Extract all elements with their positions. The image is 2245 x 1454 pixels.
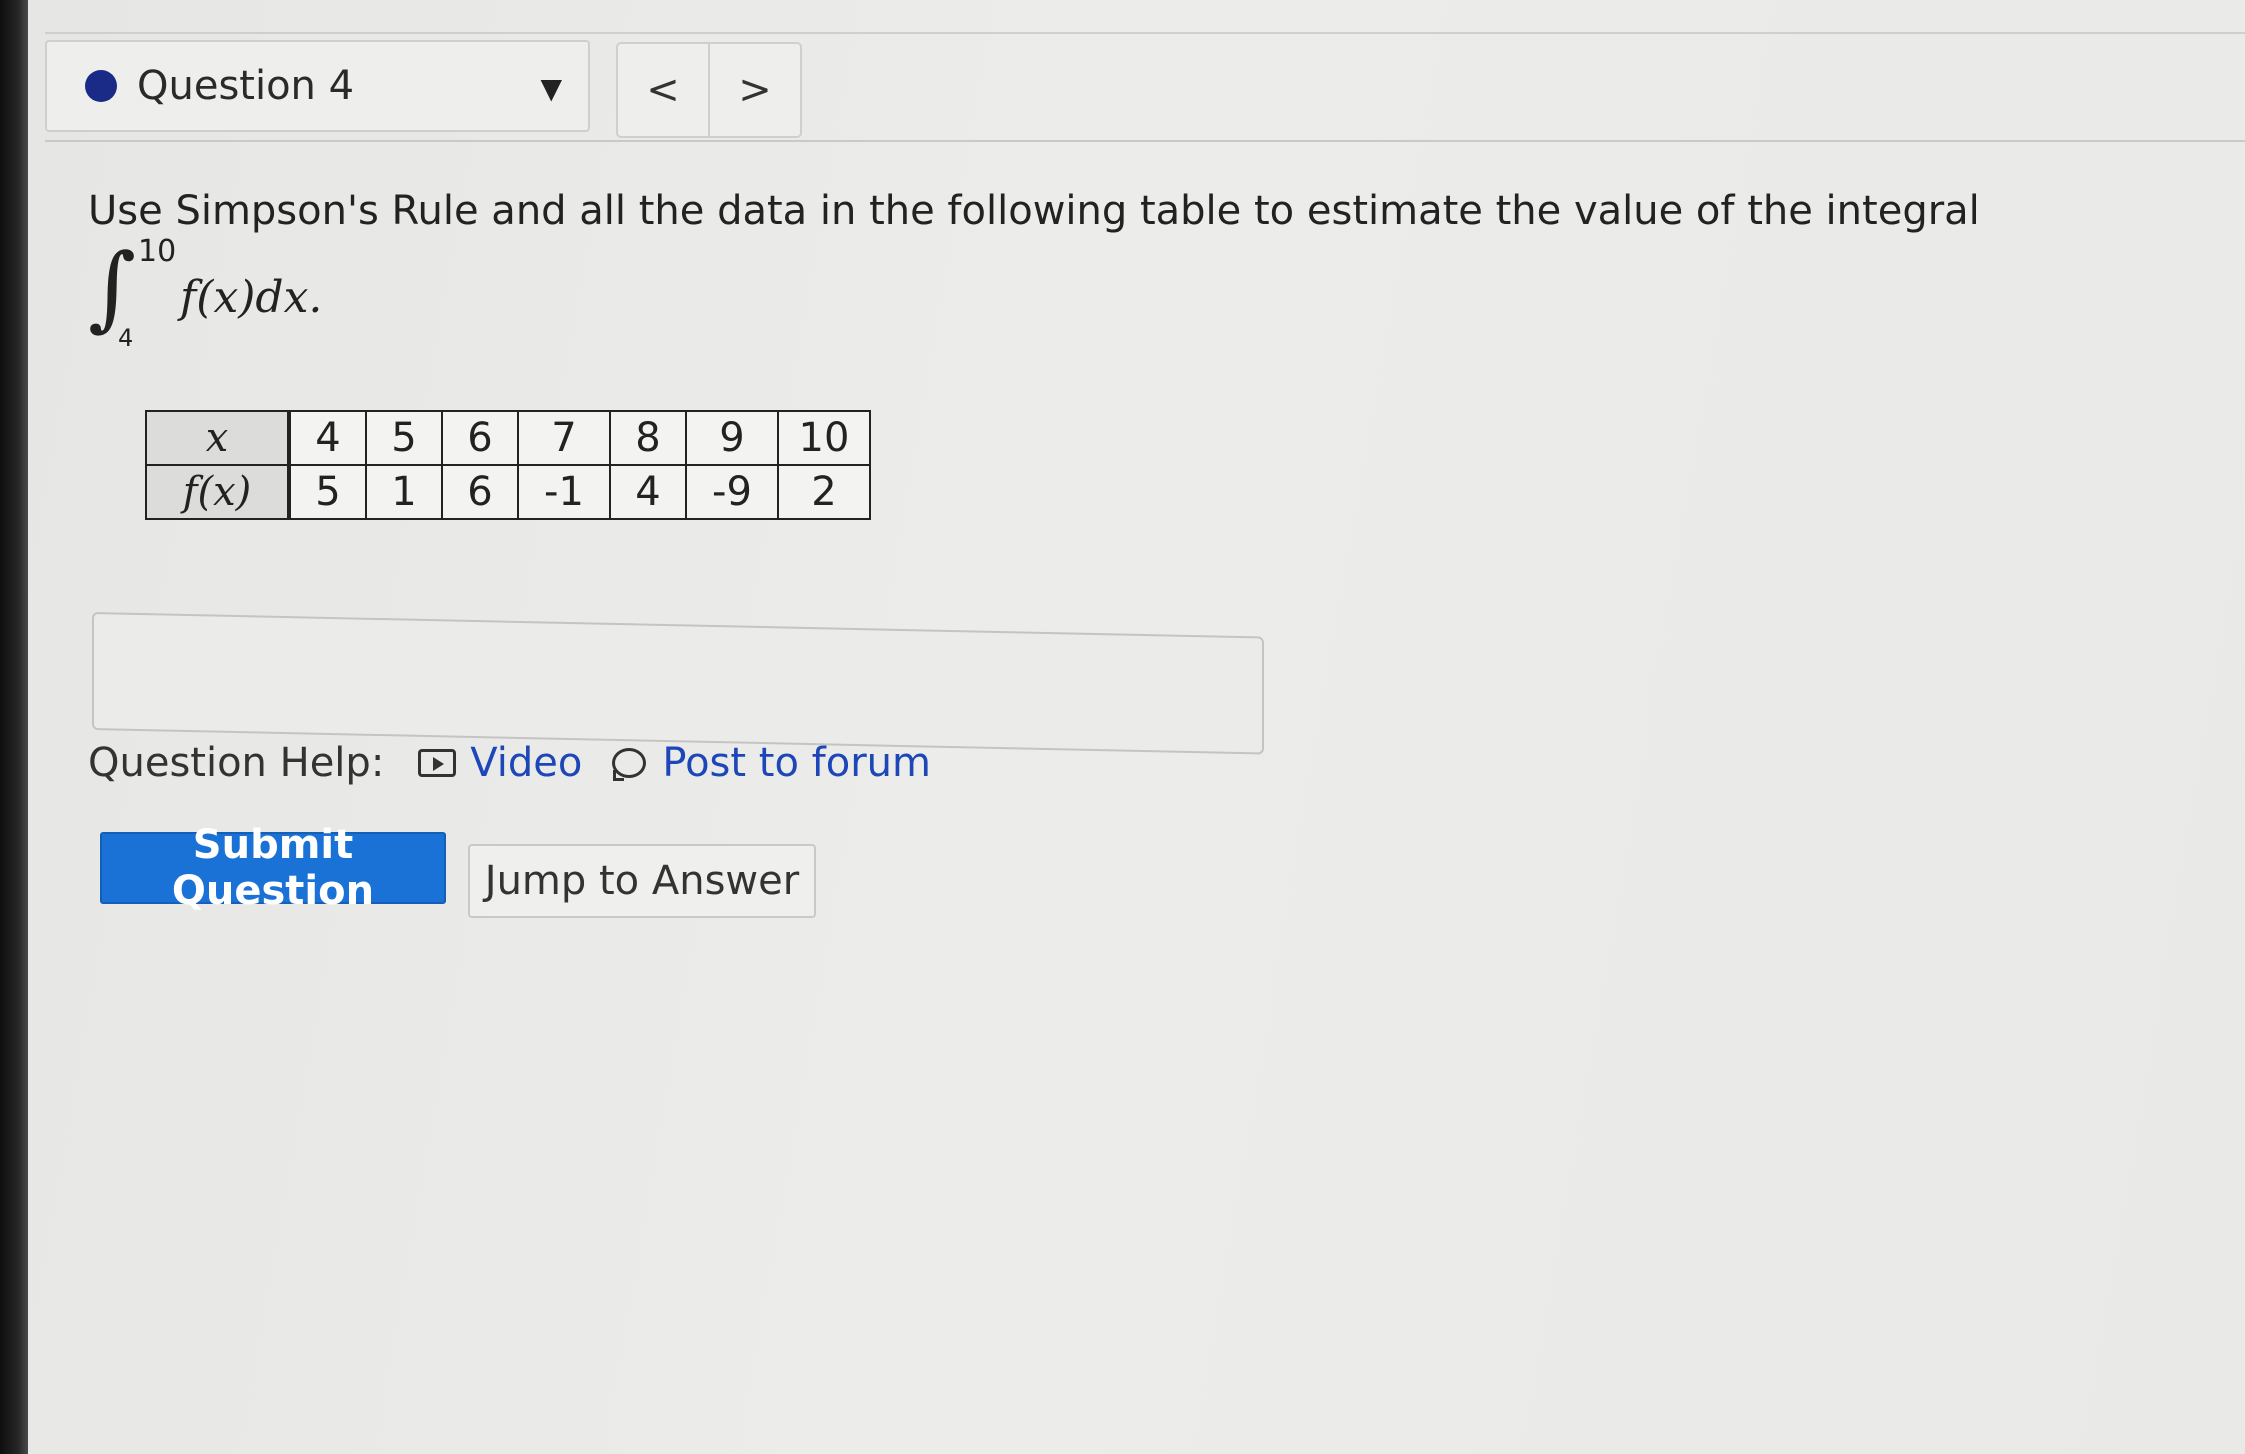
speech-bubble-icon: [612, 748, 647, 781]
integral-lower-limit: 4: [118, 324, 134, 352]
table-header-x: x: [145, 410, 291, 466]
integral-upper-limit: 10: [138, 234, 177, 269]
caret-down-icon: ▼: [540, 72, 562, 105]
question-help-label: Question Help:: [88, 740, 385, 786]
video-link-label: Video: [470, 740, 583, 786]
table-cell-x: 8: [609, 410, 687, 466]
question-nav: < >: [616, 42, 802, 138]
video-icon: [418, 749, 457, 777]
screen-bezel: [0, 0, 28, 1454]
table-cell-x: 9: [685, 410, 779, 466]
table-header-fx: f(x): [145, 464, 291, 520]
video-link[interactable]: Video: [418, 740, 582, 786]
table-cell-fx: 6: [441, 464, 519, 520]
submit-question-button[interactable]: Submit Question: [100, 822, 446, 914]
previous-question-button[interactable]: <: [618, 44, 708, 136]
table-cell-x: 10: [777, 410, 871, 466]
integral-expression: ∫ 10 4 f(x)dx.: [88, 234, 448, 358]
question-selector-label: Question 4: [137, 63, 355, 109]
question-status-dot: [85, 70, 117, 102]
post-to-forum-link[interactable]: Post to forum: [612, 740, 931, 786]
next-question-button[interactable]: >: [708, 44, 800, 136]
data-table: x 4 5 6 7 8 9 10 f(x) 5 1 6 -1 4 -9 2: [145, 410, 871, 520]
table-cell-fx: -1: [517, 464, 611, 520]
table-cell-x: 4: [288, 410, 367, 466]
integrand: f(x)dx.: [180, 272, 323, 323]
answer-input[interactable]: [92, 612, 1264, 755]
table-row-x: x 4 5 6 7 8 9 10: [145, 410, 871, 466]
question-text: Use Simpson's Rule and all the data in t…: [88, 188, 1980, 234]
table-cell-fx: 2: [777, 464, 871, 520]
table-cell-x: 7: [517, 410, 611, 466]
table-cell-x: 5: [365, 410, 443, 466]
chevron-left-icon: <: [646, 67, 680, 113]
header-divider: [45, 140, 2245, 142]
jump-to-answer-button[interactable]: Jump to Answer: [468, 844, 816, 918]
table-row-fx: f(x) 5 1 6 -1 4 -9 2: [145, 464, 871, 520]
table-cell-fx: 4: [609, 464, 687, 520]
table-cell-fx: 5: [288, 464, 367, 520]
top-divider: [45, 32, 2245, 34]
table-cell-fx: 1: [365, 464, 443, 520]
question-help: Question Help: Video Post to forum: [88, 740, 961, 786]
post-to-forum-label: Post to forum: [662, 740, 931, 786]
table-cell-x: 6: [441, 410, 519, 466]
table-cell-fx: -9: [685, 464, 779, 520]
chevron-right-icon: >: [738, 67, 772, 113]
question-selector[interactable]: Question 4 ▼: [45, 40, 590, 132]
